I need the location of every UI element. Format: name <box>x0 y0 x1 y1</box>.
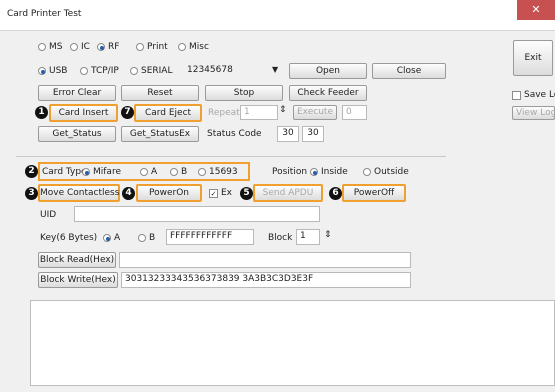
title-bar <box>0 0 555 31</box>
radio-icon <box>178 43 186 51</box>
power-on-button[interactable]: PowerOn <box>136 184 202 202</box>
uid-label: UID <box>40 210 57 220</box>
radio-selected-icon <box>82 168 90 176</box>
error-clear-button[interactable]: Error Clear <box>38 85 116 101</box>
key-label: Key(6 Bytes) <box>40 233 98 243</box>
marker-4: 4 <box>122 187 135 200</box>
move-contactless-button[interactable]: Move Contactless <box>38 184 120 202</box>
radio-print[interactable]: Print <box>136 42 168 52</box>
send-apdu-button[interactable]: Send APDU <box>253 184 323 202</box>
close-window-button[interactable]: ✕ <box>517 0 555 20</box>
block-read-button[interactable]: Block Read(Hex) <box>38 252 116 268</box>
radio-ic[interactable]: IC <box>70 42 90 52</box>
radio-15693[interactable]: 15693 <box>198 167 238 177</box>
radio-key-a[interactable]: A <box>103 233 120 243</box>
repeat-spinner[interactable]: 1 <box>240 105 278 120</box>
device-combo-value: 12345678 <box>187 65 233 75</box>
marker-2: 2 <box>25 165 38 178</box>
radio-rf[interactable]: RF <box>97 42 119 52</box>
radio-icon <box>170 168 178 176</box>
reset-button[interactable]: Reset <box>121 85 199 101</box>
card-type-label: Card Type <box>42 167 87 177</box>
get-status-ex-button[interactable]: Get_StatusEx <box>121 126 199 142</box>
radio-icon <box>138 234 146 242</box>
radio-icon <box>130 67 138 75</box>
power-off-button[interactable]: PowerOff <box>342 184 406 202</box>
chevron-down-icon: ▼ <box>272 65 279 74</box>
log-textarea[interactable] <box>30 300 555 386</box>
status-code-label: Status Code <box>207 129 262 139</box>
radio-icon <box>70 43 78 51</box>
view-log-button[interactable]: View Log <box>512 106 555 120</box>
radio-serial[interactable]: SERIAL <box>130 66 172 76</box>
execute-button[interactable]: Execute <box>293 105 337 120</box>
radio-type-a[interactable]: A <box>140 167 157 177</box>
marker-6: 6 <box>329 187 342 200</box>
block-spinner[interactable]: 1 <box>296 229 320 245</box>
stop-button[interactable]: Stop <box>205 85 283 101</box>
block-write-field[interactable]: 30313233343536373839 3A3B3C3D3E3F <box>121 272 411 288</box>
key-field[interactable]: FFFFFFFFFFFF <box>166 229 254 245</box>
radio-inside[interactable]: Inside <box>310 167 348 177</box>
radio-ms[interactable]: MS <box>38 42 62 52</box>
radio-icon <box>140 168 148 176</box>
marker-3: 3 <box>25 187 38 200</box>
marker-5: 5 <box>240 187 253 200</box>
radio-icon <box>80 67 88 75</box>
get-status-button[interactable]: Get_Status <box>38 126 116 142</box>
position-label: Position <box>272 167 308 177</box>
radio-icon <box>363 168 371 176</box>
radio-icon <box>198 168 206 176</box>
radio-tcpip[interactable]: TCP/IP <box>80 66 119 76</box>
execute-count: 0 <box>342 105 367 120</box>
radio-key-b[interactable]: B <box>138 233 155 243</box>
checkbox-icon <box>512 90 521 100</box>
radio-selected-icon <box>38 67 46 75</box>
exit-button[interactable]: Exit <box>513 40 553 76</box>
marker-7: 7 <box>121 106 134 119</box>
spinner-arrows-icon[interactable]: ⇕ <box>279 105 287 115</box>
radio-selected-icon <box>310 168 318 176</box>
divider <box>16 156 446 157</box>
save-log-checkbox[interactable]: Save Log <box>512 90 555 100</box>
open-button[interactable]: Open <box>289 63 367 79</box>
checkmark-icon: ✓ <box>209 188 218 198</box>
spinner-arrows-icon[interactable]: ⇕ <box>324 230 332 240</box>
radio-mifare[interactable]: Mifare <box>82 167 121 177</box>
card-eject-button[interactable]: Card Eject <box>134 104 202 122</box>
block-read-field[interactable] <box>119 252 411 268</box>
window-title: Card Printer Test <box>7 9 82 19</box>
block-write-button[interactable]: Block Write(Hex) <box>38 272 118 288</box>
radio-type-b[interactable]: B <box>170 167 187 177</box>
check-feeder-button[interactable]: Check Feeder <box>289 85 367 101</box>
radio-icon <box>136 43 144 51</box>
status-code-value-2: 30 <box>302 126 324 142</box>
ex-checkbox[interactable]: ✓ Ex <box>209 188 232 198</box>
radio-selected-icon <box>103 234 111 242</box>
radio-misc[interactable]: Misc <box>178 42 209 52</box>
block-label: Block <box>268 233 293 243</box>
card-insert-button[interactable]: Card Insert <box>49 104 118 122</box>
uid-field[interactable] <box>74 206 320 222</box>
radio-usb[interactable]: USB <box>38 66 67 76</box>
marker-1: 1 <box>35 106 48 119</box>
radio-icon <box>38 43 46 51</box>
repeat-label: Repeat <box>208 108 240 118</box>
radio-selected-icon <box>97 43 105 51</box>
radio-outside[interactable]: Outside <box>363 167 409 177</box>
status-code-value-1: 30 <box>277 126 299 142</box>
device-combo[interactable]: 12345678 ▼ <box>184 63 282 78</box>
close-button[interactable]: Close <box>372 63 446 79</box>
